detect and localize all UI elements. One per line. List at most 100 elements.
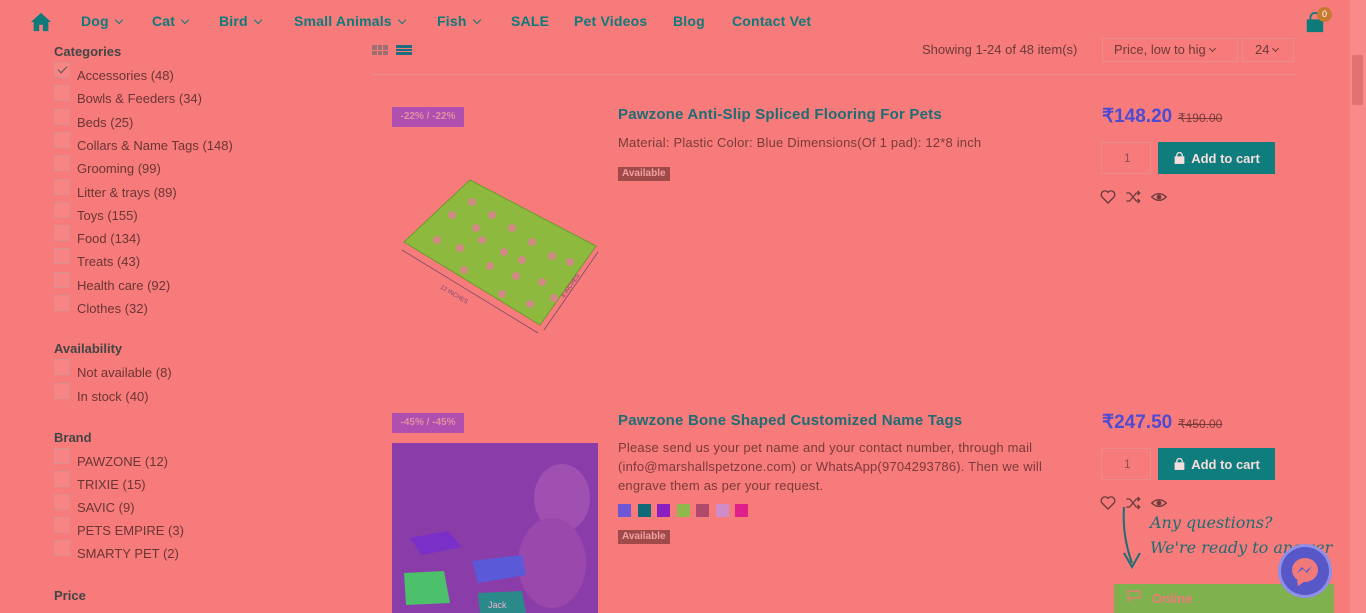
nav-item-label: Contact Vet	[732, 13, 812, 29]
checkbox[interactable]	[54, 201, 70, 218]
checkbox[interactable]	[54, 359, 70, 375]
list-view-icon[interactable]	[396, 45, 412, 55]
color-swatch[interactable]	[676, 504, 690, 517]
chevron-down-icon	[180, 15, 190, 25]
grid-view-icon[interactable]	[372, 45, 388, 55]
checkbox[interactable]	[54, 540, 70, 556]
divider	[372, 74, 1296, 75]
add-to-cart-button[interactable]: Add to cart	[1158, 448, 1275, 480]
product-title[interactable]: Pawzone Bone Shaped Customized Name Tags	[618, 412, 962, 429]
checkbox[interactable]	[54, 471, 70, 487]
old-price: ₹450.00	[1178, 417, 1223, 431]
nav-item-label: Bird	[219, 13, 248, 29]
quantity-input[interactable]: 1	[1101, 142, 1151, 174]
brand-filter-label: PAWZONE (12)	[77, 454, 169, 469]
product-image[interactable]: Jack	[392, 443, 598, 613]
nav-item-cat[interactable]: Cat	[152, 13, 190, 29]
shopping-bag-icon	[1174, 151, 1185, 164]
chat-status: Online	[1152, 591, 1193, 606]
nav-item-small-animals[interactable]: Small Animals	[294, 13, 407, 29]
chevron-down-icon	[114, 15, 124, 25]
checkbox[interactable]	[54, 494, 70, 510]
chat-prompt-line: Any questions?	[1150, 513, 1273, 532]
checkbox[interactable]	[54, 517, 70, 533]
scrollbar-thumb[interactable]	[1352, 55, 1363, 105]
quick-view-eye-icon[interactable]	[1151, 189, 1167, 205]
add-to-cart-label: Add to cart	[1191, 456, 1260, 472]
messenger-button[interactable]	[1281, 547, 1329, 595]
availability-filter-label: Not available (8)	[77, 365, 172, 380]
checkbox[interactable]	[54, 178, 70, 195]
chevron-down-icon	[397, 15, 407, 25]
curved-arrow-icon	[1122, 506, 1141, 570]
per-page-select[interactable]: 24	[1242, 38, 1294, 62]
category-filter-label: Beds (25)	[77, 114, 134, 130]
quantity-input[interactable]: 1	[1101, 448, 1151, 480]
category-filter-label: Bowls & Feeders (34)	[77, 91, 202, 107]
quick-view-eye-icon[interactable]	[1151, 495, 1167, 511]
chevron-down-icon	[1208, 44, 1216, 53]
product-title[interactable]: Pawzone Anti-Slip Spliced Flooring For P…	[618, 106, 942, 123]
nav-item-bird[interactable]: Bird	[219, 13, 263, 29]
nav-item-label: Pet Videos	[574, 13, 648, 29]
category-filter-label: Clothes (32)	[77, 301, 148, 316]
discount-badge: -45% / -45%	[392, 413, 464, 433]
color-swatch[interactable]	[637, 504, 651, 517]
checkbox-checked[interactable]	[54, 62, 70, 78]
product-description: Material: Plastic Color: Blue Dimensions…	[618, 135, 982, 150]
product-image[interactable]: 12 INCHES 8 INCHES	[392, 170, 602, 340]
checkbox[interactable]	[54, 448, 70, 464]
checkbox[interactable]	[54, 131, 70, 148]
color-swatch[interactable]	[618, 504, 631, 517]
nav-item-label: SALE	[511, 13, 550, 29]
checkbox[interactable]	[54, 85, 70, 102]
checkbox[interactable]	[54, 225, 70, 242]
heart-icon[interactable]	[1100, 189, 1116, 205]
tag-text: Jack	[488, 600, 507, 610]
checkbox[interactable]	[54, 383, 70, 399]
color-swatch[interactable]	[696, 504, 709, 517]
category-filter-label: Health care (92)	[77, 277, 171, 293]
category-filter-label: Accessories (48)	[77, 68, 174, 83]
brand-filter-label: PETS EMPIRE (3)	[77, 523, 184, 538]
add-to-cart-button[interactable]: Add to cart	[1158, 142, 1275, 174]
category-filter-label: Grooming (99)	[77, 161, 161, 177]
checkbox[interactable]	[54, 295, 70, 311]
availability-badge: Available	[618, 530, 670, 544]
nav-item-label: Cat	[152, 13, 176, 29]
nav-item-dog[interactable]: Dog	[81, 13, 124, 29]
nav-item-contact-vet[interactable]: Contact Vet	[732, 13, 811, 29]
category-filter-label: Treats (43)	[77, 254, 141, 270]
brand-filter-label: SMARTY PET (2)	[77, 546, 179, 561]
product-description: Please send us your pet name and your co…	[618, 440, 1043, 493]
checkbox[interactable]	[54, 155, 70, 172]
nav-item-blog[interactable]: Blog	[673, 13, 705, 29]
checkbox[interactable]	[54, 271, 70, 288]
categories-heading: Categories	[54, 44, 122, 59]
checkbox[interactable]	[54, 248, 70, 265]
category-filter-label: Litter & trays (89)	[77, 184, 177, 200]
nav-item-label: Dog	[81, 13, 109, 29]
price-heading: Price	[54, 588, 86, 603]
chevron-down-icon	[253, 15, 263, 25]
color-swatch[interactable]	[657, 504, 670, 517]
sort-select[interactable]: Price, low to hig	[1102, 38, 1238, 62]
product-price: ₹247.50	[1102, 412, 1173, 433]
color-swatch[interactable]	[715, 504, 729, 517]
availability-badge: Available	[618, 167, 670, 181]
color-swatch[interactable]	[735, 504, 748, 517]
discount-badge: -22% / -22%	[392, 107, 464, 127]
home-icon[interactable]	[30, 11, 52, 33]
shopping-bag-icon	[1174, 457, 1185, 470]
heart-icon[interactable]	[1100, 495, 1116, 511]
nav-item-sale[interactable]: SALE	[511, 13, 549, 29]
nav-item-pet-videos[interactable]: Pet Videos	[574, 13, 647, 29]
results-count: Showing 1-24 of 48 item(s)	[922, 42, 1078, 57]
compare-icon[interactable]	[1125, 189, 1141, 205]
nav-item-label: Small Animals	[294, 13, 392, 29]
nav-item-label: Fish	[437, 13, 467, 29]
puppy-with-tags-illustration: Jack	[392, 443, 598, 613]
checkbox[interactable]	[54, 108, 70, 125]
brand-filter-label: TRIXIE (15)	[77, 477, 146, 492]
nav-item-fish[interactable]: Fish	[437, 13, 481, 29]
